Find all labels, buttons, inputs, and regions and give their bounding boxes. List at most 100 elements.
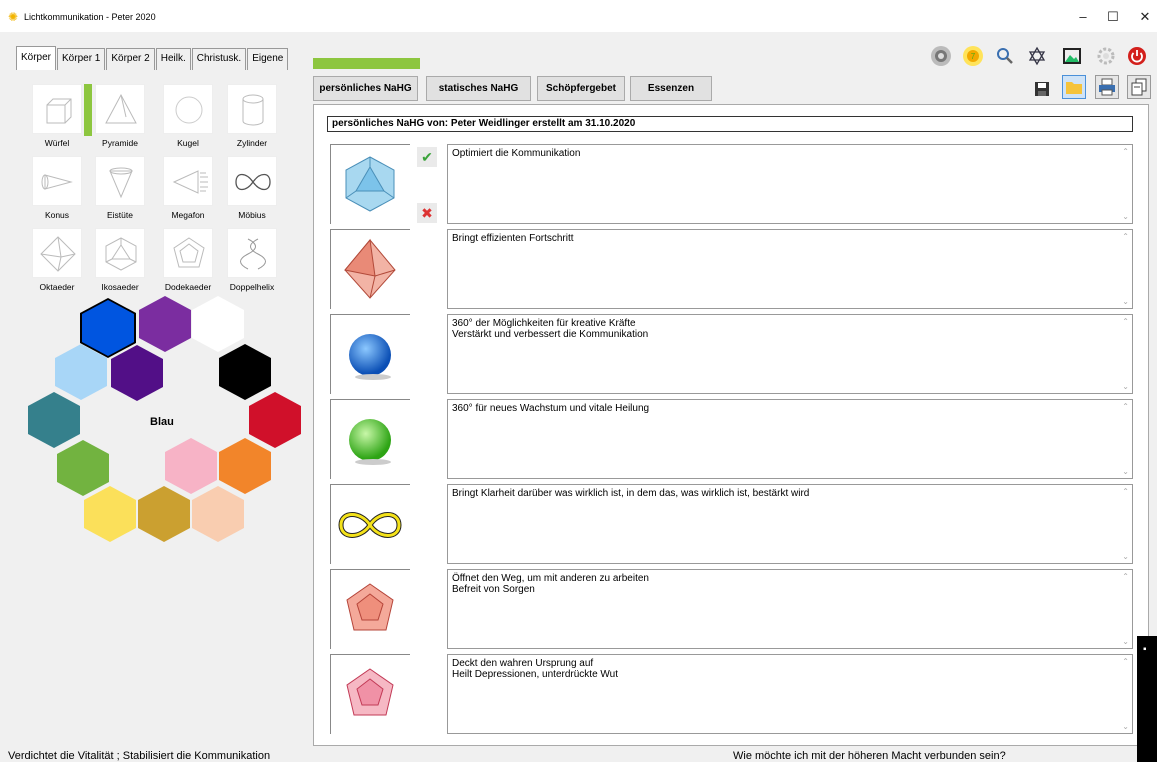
tab-persoenliches-nahg[interactable]: persönliches NaHG <box>313 76 418 101</box>
tab-eigene[interactable]: Eigene <box>247 48 289 70</box>
print-icon[interactable] <box>1095 75 1119 99</box>
sphere-icon <box>163 84 213 134</box>
chakra-icon[interactable] <box>929 44 953 68</box>
shape-konus[interactable]: Konus <box>27 156 87 220</box>
shape-ikosaeder[interactable]: Ikosaeder <box>90 228 150 292</box>
tab-heilk[interactable]: Heilk. <box>155 48 191 70</box>
shape-label: Ikosaeder <box>101 282 139 292</box>
star-of-david-icon[interactable] <box>1025 44 1049 68</box>
entry-text[interactable]: 360° für neues Wachstum und vitale Heilu… <box>447 399 1133 479</box>
tab-koerper-2[interactable]: Körper 2 <box>106 48 155 70</box>
scroll-up-icon[interactable]: ⌃ <box>1122 572 1129 581</box>
entry-image-dodecahedron-pink[interactable] <box>330 654 410 734</box>
entry-text-content: Bringt effizienten Fortschritt <box>452 233 574 244</box>
tab-schoepfergebet[interactable]: Schöpfergebet <box>537 76 625 101</box>
tab-statisches-nahg[interactable]: statisches NaHG <box>426 76 531 101</box>
selected-color-name: Blau <box>150 416 174 428</box>
shape-label: Konus <box>44 210 70 220</box>
gear-icon[interactable] <box>1094 44 1118 68</box>
entry-text-content: Deckt den wahren Ursprung auf Heilt Depr… <box>452 658 619 680</box>
status-left: Verdichtet die Vitalität ; Stabilisiert … <box>8 750 271 762</box>
folder-icon[interactable] <box>1062 75 1086 99</box>
entry-text[interactable]: Deckt den wahren Ursprung auf Heilt Depr… <box>447 654 1133 734</box>
shape-megafon[interactable]: Megafon <box>158 156 218 220</box>
scroll-down-icon[interactable]: ⌄ <box>1122 382 1129 391</box>
shape-eistuete[interactable]: Eistüte <box>90 156 150 220</box>
tab-koerper[interactable]: Körper <box>16 46 57 70</box>
dodecahedron-icon <box>163 228 213 278</box>
shape-kugel[interactable]: Kugel <box>158 84 218 148</box>
export-icon[interactable] <box>1127 75 1151 99</box>
moebius-icon <box>227 156 277 206</box>
power-icon[interactable] <box>1125 44 1149 68</box>
shape-label: Eistüte <box>107 210 133 220</box>
scroll-up-icon[interactable]: ⌃ <box>1122 402 1129 411</box>
scroll-down-icon[interactable]: ⌄ <box>1122 552 1129 561</box>
overlay-strip: ▪ <box>1137 636 1157 762</box>
cylinder-icon <box>227 84 277 134</box>
sun-icon[interactable]: 7 <box>961 44 985 68</box>
checkmark-icon[interactable]: ✔ <box>417 147 437 167</box>
scroll-down-icon[interactable]: ⌄ <box>1122 637 1129 646</box>
scroll-down-icon[interactable]: ⌄ <box>1122 467 1129 476</box>
shape-label: Dodekaeder <box>164 282 212 292</box>
search-icon[interactable] <box>993 44 1017 68</box>
entry-image-dodecahedron-red[interactable] <box>330 569 410 649</box>
image-icon[interactable] <box>1060 44 1084 68</box>
scroll-up-icon[interactable]: ⌃ <box>1122 657 1129 666</box>
entry-image-sphere-blue[interactable] <box>330 314 410 394</box>
entry-text-content: 360° für neues Wachstum und vitale Heilu… <box>452 403 650 414</box>
icecream-cone-icon <box>95 156 145 206</box>
scroll-down-icon[interactable]: ⌄ <box>1122 212 1129 221</box>
title-bar: ✺ Lichtkommunikation - Peter 2020 – ☐ ✕ <box>0 0 1157 32</box>
window-title: Lichtkommunikation - Peter 2020 <box>24 12 156 22</box>
shape-zylinder[interactable]: Zylinder <box>222 84 282 148</box>
scroll-up-icon[interactable]: ⌃ <box>1122 487 1129 496</box>
delete-icon[interactable]: ✖ <box>417 203 437 223</box>
progress-bar <box>313 58 420 69</box>
svg-text:7: 7 <box>971 52 976 61</box>
shape-label: Möbius <box>238 210 266 220</box>
sun-icon: ✺ <box>8 10 19 24</box>
icosahedron-icon <box>95 228 145 278</box>
entry-image-sphere-green[interactable] <box>330 399 410 479</box>
entry-image-infinity[interactable] <box>330 484 410 564</box>
shape-moebius[interactable]: Möbius <box>222 156 282 220</box>
octahedron-icon <box>32 228 82 278</box>
entry-text-content: 360° der Möglichkeiten für kreative Kräf… <box>452 318 649 340</box>
close-button[interactable]: ✕ <box>1133 8 1157 26</box>
entry-text[interactable]: 360° der Möglichkeiten für kreative Kräf… <box>447 314 1133 394</box>
status-right: Wie möchte ich mit der höheren Macht ver… <box>733 750 1006 762</box>
shape-label: Pyramide <box>102 138 138 148</box>
entry-text[interactable]: Bringt Klarheit darüber was wirklich ist… <box>447 484 1133 564</box>
shape-doppelhelix[interactable]: Doppelhelix <box>222 228 282 292</box>
shape-wuerfel[interactable]: Würfel <box>27 84 87 148</box>
entry-image-icosahedron[interactable] <box>330 144 410 224</box>
minimize-button[interactable]: – <box>1071 8 1095 26</box>
save-icon[interactable] <box>1030 77 1054 101</box>
entry-text-content: Optimiert die Kommunikation <box>452 148 581 159</box>
scroll-up-icon[interactable]: ⌃ <box>1122 232 1129 241</box>
scroll-down-icon[interactable]: ⌄ <box>1122 297 1129 306</box>
scroll-up-icon[interactable]: ⌃ <box>1122 317 1129 326</box>
entry-text[interactable]: Bringt effizienten Fortschritt ⌃ ⌄ <box>447 229 1133 309</box>
tab-koerper-1[interactable]: Körper 1 <box>57 48 106 70</box>
shape-pyramide[interactable]: Pyramide <box>90 84 150 148</box>
shape-label: Oktaeder <box>39 282 75 292</box>
entry-image-octahedron[interactable] <box>330 229 410 309</box>
pyramid-icon <box>95 84 145 134</box>
shape-label: Würfel <box>44 138 70 148</box>
document-header[interactable]: persönliches NaHG von: Peter Weidlinger … <box>327 116 1133 132</box>
entry-text[interactable]: Optimiert die Kommunikation ⌃ ⌄ <box>447 144 1133 224</box>
entry-text-content: Öffnet den Weg, um mit anderen zu arbeit… <box>452 573 649 595</box>
megaphone-icon <box>163 156 213 206</box>
tab-christusk[interactable]: Christusk. <box>191 48 247 70</box>
entry-text[interactable]: Öffnet den Weg, um mit anderen zu arbeit… <box>447 569 1133 649</box>
scroll-up-icon[interactable]: ⌃ <box>1122 147 1129 156</box>
tab-essenzen[interactable]: Essenzen <box>630 76 712 101</box>
shape-dodekaeder[interactable]: Dodekaeder <box>158 228 218 292</box>
double-helix-icon <box>227 228 277 278</box>
maximize-button[interactable]: ☐ <box>1101 8 1125 26</box>
scroll-down-icon[interactable]: ⌄ <box>1122 722 1129 731</box>
shape-oktaeder[interactable]: Oktaeder <box>27 228 87 292</box>
